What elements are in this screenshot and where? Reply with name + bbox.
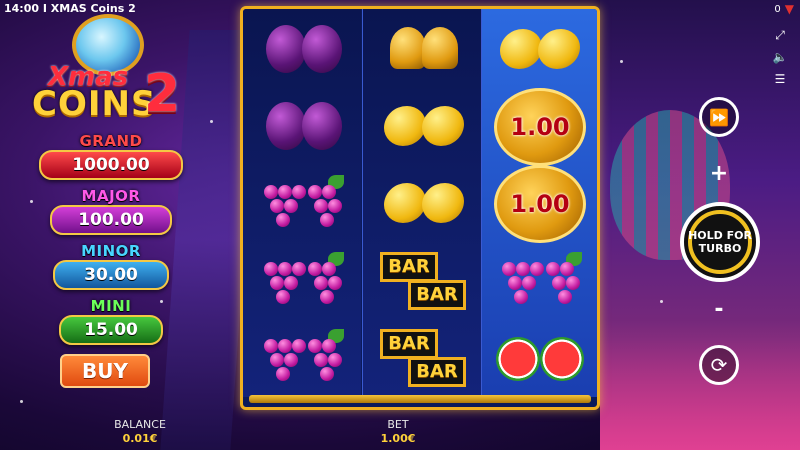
reel-grid: BAR BAR BAR BAR 1.00 1.00 <box>240 6 600 410</box>
symbol-bar: BAR BAR <box>363 242 481 319</box>
reel-progress-bar <box>249 395 591 403</box>
symbol-grapes <box>482 242 597 319</box>
symbol-coin: 1.00 <box>482 87 597 166</box>
jackpot-minor-value: 30.00 <box>53 260 169 290</box>
reel-3: 1.00 1.00 <box>481 9 597 397</box>
balance-value: 0.01€ <box>122 432 158 445</box>
snowflake <box>620 60 623 63</box>
snowflake <box>20 400 23 403</box>
symbol-bell <box>363 11 481 88</box>
snowflake <box>210 120 213 123</box>
symbol-lemon <box>363 165 481 242</box>
autoplay-icon: ⟳ <box>710 353 728 377</box>
counter: 0 <box>774 3 781 15</box>
menu-icon[interactable]: ☰ <box>772 72 788 86</box>
symbol-bar: BAR BAR <box>363 319 481 396</box>
bet-label: BET <box>387 418 409 431</box>
buy-button[interactable]: BUY <box>60 354 150 388</box>
autoplay-button[interactable]: ⟳ <box>699 345 739 385</box>
bar-text: BAR <box>380 328 438 359</box>
jackpot-major-label: MAJOR <box>81 187 141 205</box>
symbol-lemon <box>363 88 481 165</box>
bet-increase-button[interactable]: + <box>708 161 730 186</box>
fullscreen-icon[interactable]: ⤢ <box>772 28 788 42</box>
sound-mute-icon[interactable]: 🔈 <box>772 50 788 64</box>
brand-logo-icon: ▼ <box>784 2 794 16</box>
spin-button[interactable]: HOLD FOR TURBO <box>680 202 760 282</box>
symbol-grapes <box>243 242 361 319</box>
logo-number: 2 <box>144 64 181 124</box>
bar-text: BAR <box>380 251 438 282</box>
symbol-plum <box>243 88 361 165</box>
jackpot-grand-label: GRAND <box>79 132 143 150</box>
jackpot-major: MAJOR 100.00 <box>36 187 186 235</box>
jackpot-major-value: 100.00 <box>50 205 172 235</box>
top-right-brand: 0 ▼ <box>774 2 794 16</box>
fast-forward-icon: ⏩ <box>709 107 729 127</box>
fast-forward-button[interactable]: ⏩ <box>699 97 739 137</box>
snowflake <box>660 300 663 303</box>
spin-label-line1: HOLD FOR <box>688 229 752 242</box>
jackpot-mini-label: MINI <box>90 297 132 315</box>
jackpot-grand: GRAND 1000.00 <box>36 132 186 180</box>
reel-2: BAR BAR BAR BAR <box>362 9 481 397</box>
snowflake <box>30 200 33 203</box>
jackpot-mini: MINI 15.00 <box>36 297 186 345</box>
symbol-grapes <box>243 319 361 396</box>
coin-value: 1.00 <box>494 87 586 166</box>
symbol-grapes <box>243 165 361 242</box>
bar-text: BAR <box>408 356 466 387</box>
symbol-lemon <box>482 11 597 88</box>
bar-text: BAR <box>408 279 466 310</box>
jackpot-minor-label: MINOR <box>81 242 141 260</box>
symbol-coin: 1.00 <box>482 164 597 243</box>
background-glow <box>600 320 800 450</box>
balance-label: BALANCE <box>114 418 166 431</box>
logo-coins-text: COINS <box>32 84 157 124</box>
side-utility-icons: ⤢ 🔈 ☰ <box>772 28 788 87</box>
spin-label-line2: TURBO <box>698 242 742 255</box>
reel-1 <box>243 9 361 397</box>
bet-value[interactable]: 1.00€ <box>358 432 438 445</box>
symbol-plum <box>243 11 361 88</box>
jackpot-grand-value: 1000.00 <box>39 150 183 180</box>
jackpot-minor: MINOR 30.00 <box>36 242 186 290</box>
bet-decrease-button[interactable]: - <box>708 297 730 322</box>
symbol-watermelon <box>482 319 597 396</box>
coin-value: 1.00 <box>494 164 586 243</box>
jackpot-mini-value: 15.00 <box>59 315 163 345</box>
game-logo: Xmas COINS 2 <box>28 14 188 124</box>
